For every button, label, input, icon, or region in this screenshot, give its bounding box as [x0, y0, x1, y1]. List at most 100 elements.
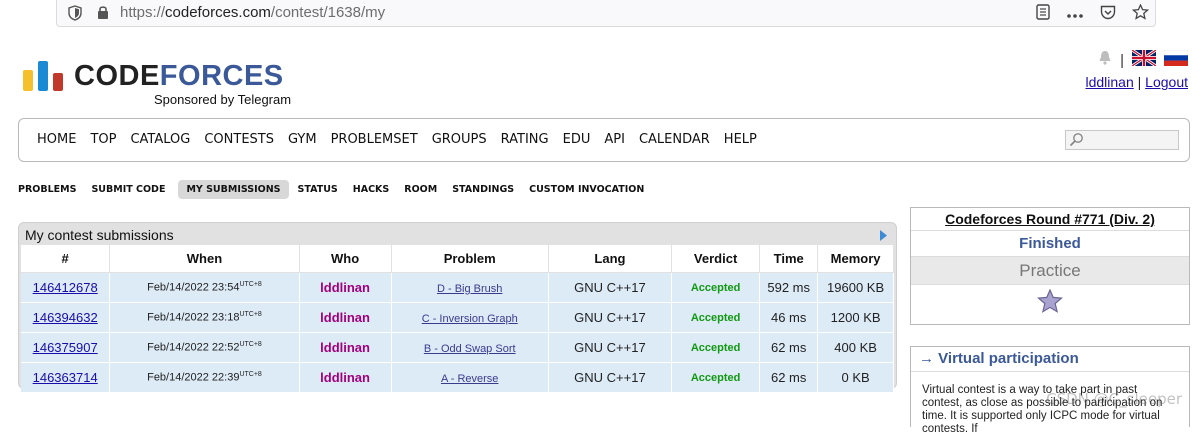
subnav-status[interactable]: STATUS — [298, 180, 346, 199]
subnav-problems[interactable]: PROBLEMS — [18, 180, 84, 199]
subnav-submit-code[interactable]: SUBMIT CODE — [91, 180, 173, 199]
contest-title-link[interactable]: Codeforces Round #771 (Div. 2) — [945, 211, 1155, 227]
menu-rating[interactable]: RATING — [501, 132, 549, 147]
shield-icon[interactable] — [68, 5, 82, 26]
col-time: Time — [759, 245, 819, 273]
reader-view-icon[interactable] — [1036, 4, 1050, 25]
timezone-label: UTC+8 — [239, 281, 262, 289]
submission-when: Feb/14/2022 23:18 — [147, 311, 240, 324]
menu-calendar[interactable]: CALENDAR — [639, 132, 710, 147]
address-bar[interactable]: https://codeforces.com/contest/1638/my — [56, 0, 1156, 27]
menu-help[interactable]: HELP — [724, 132, 757, 147]
submission-memory: 19600 KB — [817, 272, 894, 303]
subnav-custom-invocation[interactable]: CUSTOM INVOCATION — [529, 180, 652, 199]
submission-when: Feb/14/2022 23:54 — [147, 281, 240, 294]
menu-api[interactable]: API — [604, 132, 625, 147]
timezone-label: UTC+8 — [239, 311, 262, 319]
table-row: 146363714 Feb/14/2022 22:39UTC+8 lddlina… — [21, 362, 894, 393]
submission-id-link[interactable]: 146375907 — [33, 340, 98, 355]
main-menu: HOME TOP CATALOG CONTESTS GYM PROBLEMSET… — [18, 118, 1190, 162]
url-path: /contest/1638/my — [270, 4, 386, 21]
menu-home[interactable]: HOME — [37, 132, 76, 147]
submission-author[interactable]: lddlinan — [299, 302, 392, 333]
submission-time: Feb/14/2022 23:18UTC+8 — [109, 302, 300, 333]
submission-lang: GNU C++17 — [548, 332, 673, 363]
verdict-accepted: Accepted — [671, 332, 761, 363]
problem-link[interactable]: B - Odd Swap Sort — [424, 343, 516, 355]
logo-sponsor: Sponsored by Telegram — [154, 92, 292, 107]
logout-link[interactable]: Logout — [1145, 74, 1188, 90]
table-row: 146412678 Feb/14/2022 23:54UTC+8 lddlina… — [21, 272, 894, 303]
virtual-participation-box: → Virtual participation Virtual contest … — [910, 346, 1190, 435]
subnav-room[interactable]: ROOM — [404, 180, 445, 199]
col-problem: Problem — [391, 245, 549, 273]
col-verdict: Verdict — [671, 245, 761, 273]
menu-problemset[interactable]: PROBLEMSET — [331, 132, 418, 147]
english-flag-icon[interactable] — [1131, 48, 1157, 71]
timezone-label: UTC+8 — [239, 341, 262, 349]
subnav-my-submissions[interactable]: MY SUBMISSIONS — [178, 180, 289, 199]
col-memory: Memory — [817, 245, 894, 273]
col-when: When — [109, 245, 300, 273]
submission-when: Feb/14/2022 22:39 — [147, 371, 240, 384]
lock-icon[interactable] — [97, 5, 109, 25]
username-link[interactable]: lddlinan — [1085, 74, 1133, 90]
expand-arrow-icon[interactable] — [879, 229, 888, 242]
submission-author[interactable]: lddlinan — [299, 362, 392, 393]
submission-lang: GNU C++17 — [548, 272, 673, 303]
col-id: # — [21, 245, 111, 273]
more-options-icon[interactable] — [1066, 6, 1084, 24]
submission-time: Feb/14/2022 22:52UTC+8 — [109, 332, 300, 363]
submission-author[interactable]: lddlinan — [299, 332, 392, 363]
submission-id-link[interactable]: 146363714 — [33, 370, 98, 385]
submission-when: Feb/14/2022 22:52 — [147, 341, 240, 354]
submission-time-used: 46 ms — [759, 302, 819, 333]
submission-time: Feb/14/2022 22:39UTC+8 — [109, 362, 300, 393]
menu-top[interactable]: TOP — [90, 132, 116, 147]
search-input[interactable] — [1065, 130, 1179, 150]
submission-id-link[interactable]: 146394632 — [33, 310, 98, 325]
col-who: Who — [299, 245, 392, 273]
header-separator: | — [1120, 51, 1124, 69]
favorite-star-icon[interactable] — [1037, 288, 1063, 314]
contest-info-box: Codeforces Round #771 (Div. 2) Finished … — [910, 207, 1190, 325]
submission-time-used: 62 ms — [759, 332, 819, 363]
table-row: 146375907 Feb/14/2022 22:52UTC+8 lddlina… — [21, 332, 894, 363]
header-user-area: | lddlinan | Logout — [1085, 48, 1189, 90]
table-row: 146394632 Feb/14/2022 23:18UTC+8 lddlina… — [21, 302, 894, 333]
col-lang: Lang — [548, 245, 673, 273]
subnav-hacks[interactable]: HACKS — [353, 180, 397, 199]
problem-link[interactable]: C - Inversion Graph — [422, 313, 518, 325]
submission-memory: 0 KB — [817, 362, 894, 393]
submissions-panel: My contest submissions # When Who Proble… — [18, 222, 897, 393]
problem-link[interactable]: A - Reverse — [441, 373, 498, 385]
submission-memory: 1200 KB — [817, 302, 894, 333]
timezone-label: UTC+8 — [239, 371, 262, 379]
subnav-standings[interactable]: STANDINGS — [452, 180, 522, 199]
menu-edu[interactable]: EDU — [563, 132, 591, 147]
verdict-accepted: Accepted — [671, 302, 761, 333]
submission-time-used: 592 ms — [759, 272, 819, 303]
problem-link[interactable]: D - Big Brush — [437, 283, 502, 295]
menu-groups[interactable]: GROUPS — [432, 132, 487, 147]
pocket-icon[interactable] — [1100, 5, 1116, 25]
verdict-accepted: Accepted — [671, 272, 761, 303]
menu-contests[interactable]: CONTESTS — [204, 132, 274, 147]
url-domain: codeforces.com — [165, 4, 271, 21]
menu-catalog[interactable]: CATALOG — [130, 132, 190, 147]
russian-flag-icon[interactable] — [1163, 49, 1189, 71]
submission-lang: GNU C++17 — [548, 362, 673, 393]
notification-bell-icon[interactable] — [1098, 50, 1112, 70]
menu-gym[interactable]: GYM — [288, 132, 317, 147]
url-text[interactable]: https://codeforces.com/contest/1638/my — [120, 4, 385, 21]
search-icon — [1069, 133, 1083, 147]
table-header-row: # When Who Problem Lang Verdict Time Mem… — [21, 245, 894, 273]
logo-wordmark: CODEFORCES — [74, 60, 284, 93]
submission-time-used: 62 ms — [759, 362, 819, 393]
submission-id-link[interactable]: 146412678 — [33, 280, 98, 295]
codeforces-logo[interactable]: CODEFORCES Sponsored by Telegram — [22, 58, 302, 110]
user-separator: | — [1137, 74, 1142, 90]
bookmark-star-icon[interactable] — [1131, 3, 1150, 25]
submission-author[interactable]: lddlinan — [299, 272, 392, 303]
url-prefix: https:// — [120, 4, 166, 21]
